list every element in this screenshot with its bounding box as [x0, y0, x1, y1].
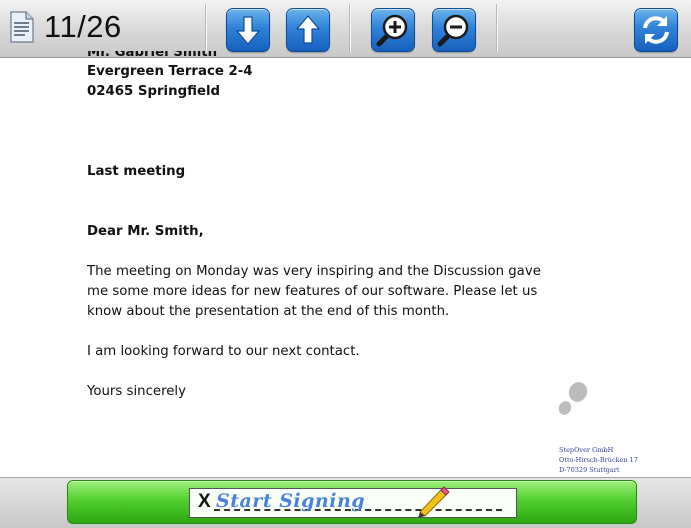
- zoom-out-button[interactable]: [432, 8, 476, 52]
- signature-x-mark: X: [198, 491, 211, 512]
- arrow-down-icon: [236, 16, 260, 45]
- letter-subject: Last meeting: [87, 164, 186, 179]
- toolbar-divider: [496, 4, 497, 52]
- start-signing-button[interactable]: X Start Signing: [67, 480, 637, 524]
- body-line: know about the presentation at the end o…: [87, 304, 450, 319]
- company-line: Otto-Hirsch-Brücken 17: [559, 456, 638, 464]
- start-signing-label: Start Signing: [216, 490, 366, 512]
- letter-salutation: Dear Mr. Smith,: [87, 224, 204, 239]
- pen-icon: [418, 486, 450, 518]
- next-page-button[interactable]: [226, 8, 270, 52]
- toolbar-divider: [205, 4, 206, 52]
- refresh-button[interactable]: [634, 8, 678, 52]
- prev-page-button[interactable]: [286, 8, 330, 52]
- signature-field: X Start Signing: [189, 486, 517, 518]
- arrow-up-icon: [296, 15, 320, 44]
- page-number: 11/26: [44, 9, 122, 44]
- top-toolbar: 11/26: [0, 0, 691, 58]
- address-line-1: Evergreen Terrace 2-4: [87, 64, 253, 79]
- page-indicator: 11/26: [10, 8, 122, 46]
- toolbar-divider: [349, 4, 350, 52]
- closing-paragraph: I am looking forward to our next contact…: [87, 344, 360, 359]
- document-icon: [10, 11, 34, 43]
- zoom-in-icon: [376, 14, 408, 47]
- company-line: D-70329 Stuttgart: [559, 466, 620, 474]
- zoom-in-button[interactable]: [371, 8, 415, 52]
- letter-closing: Yours sincerely: [87, 384, 186, 399]
- refresh-icon: [643, 16, 669, 44]
- company-address: StepOver GmbH Otto-Hirsch-Brücken 17 D-7…: [559, 445, 638, 475]
- zoom-out-icon: [437, 14, 469, 47]
- footprint-logo-icon: [558, 382, 588, 415]
- company-line: StepOver GmbH: [559, 446, 614, 454]
- address-line-2: 02465 Springfield: [87, 84, 221, 99]
- body-line: The meeting on Monday was very inspiring…: [87, 264, 541, 279]
- body-line: me some more ideas for new features of o…: [87, 284, 538, 299]
